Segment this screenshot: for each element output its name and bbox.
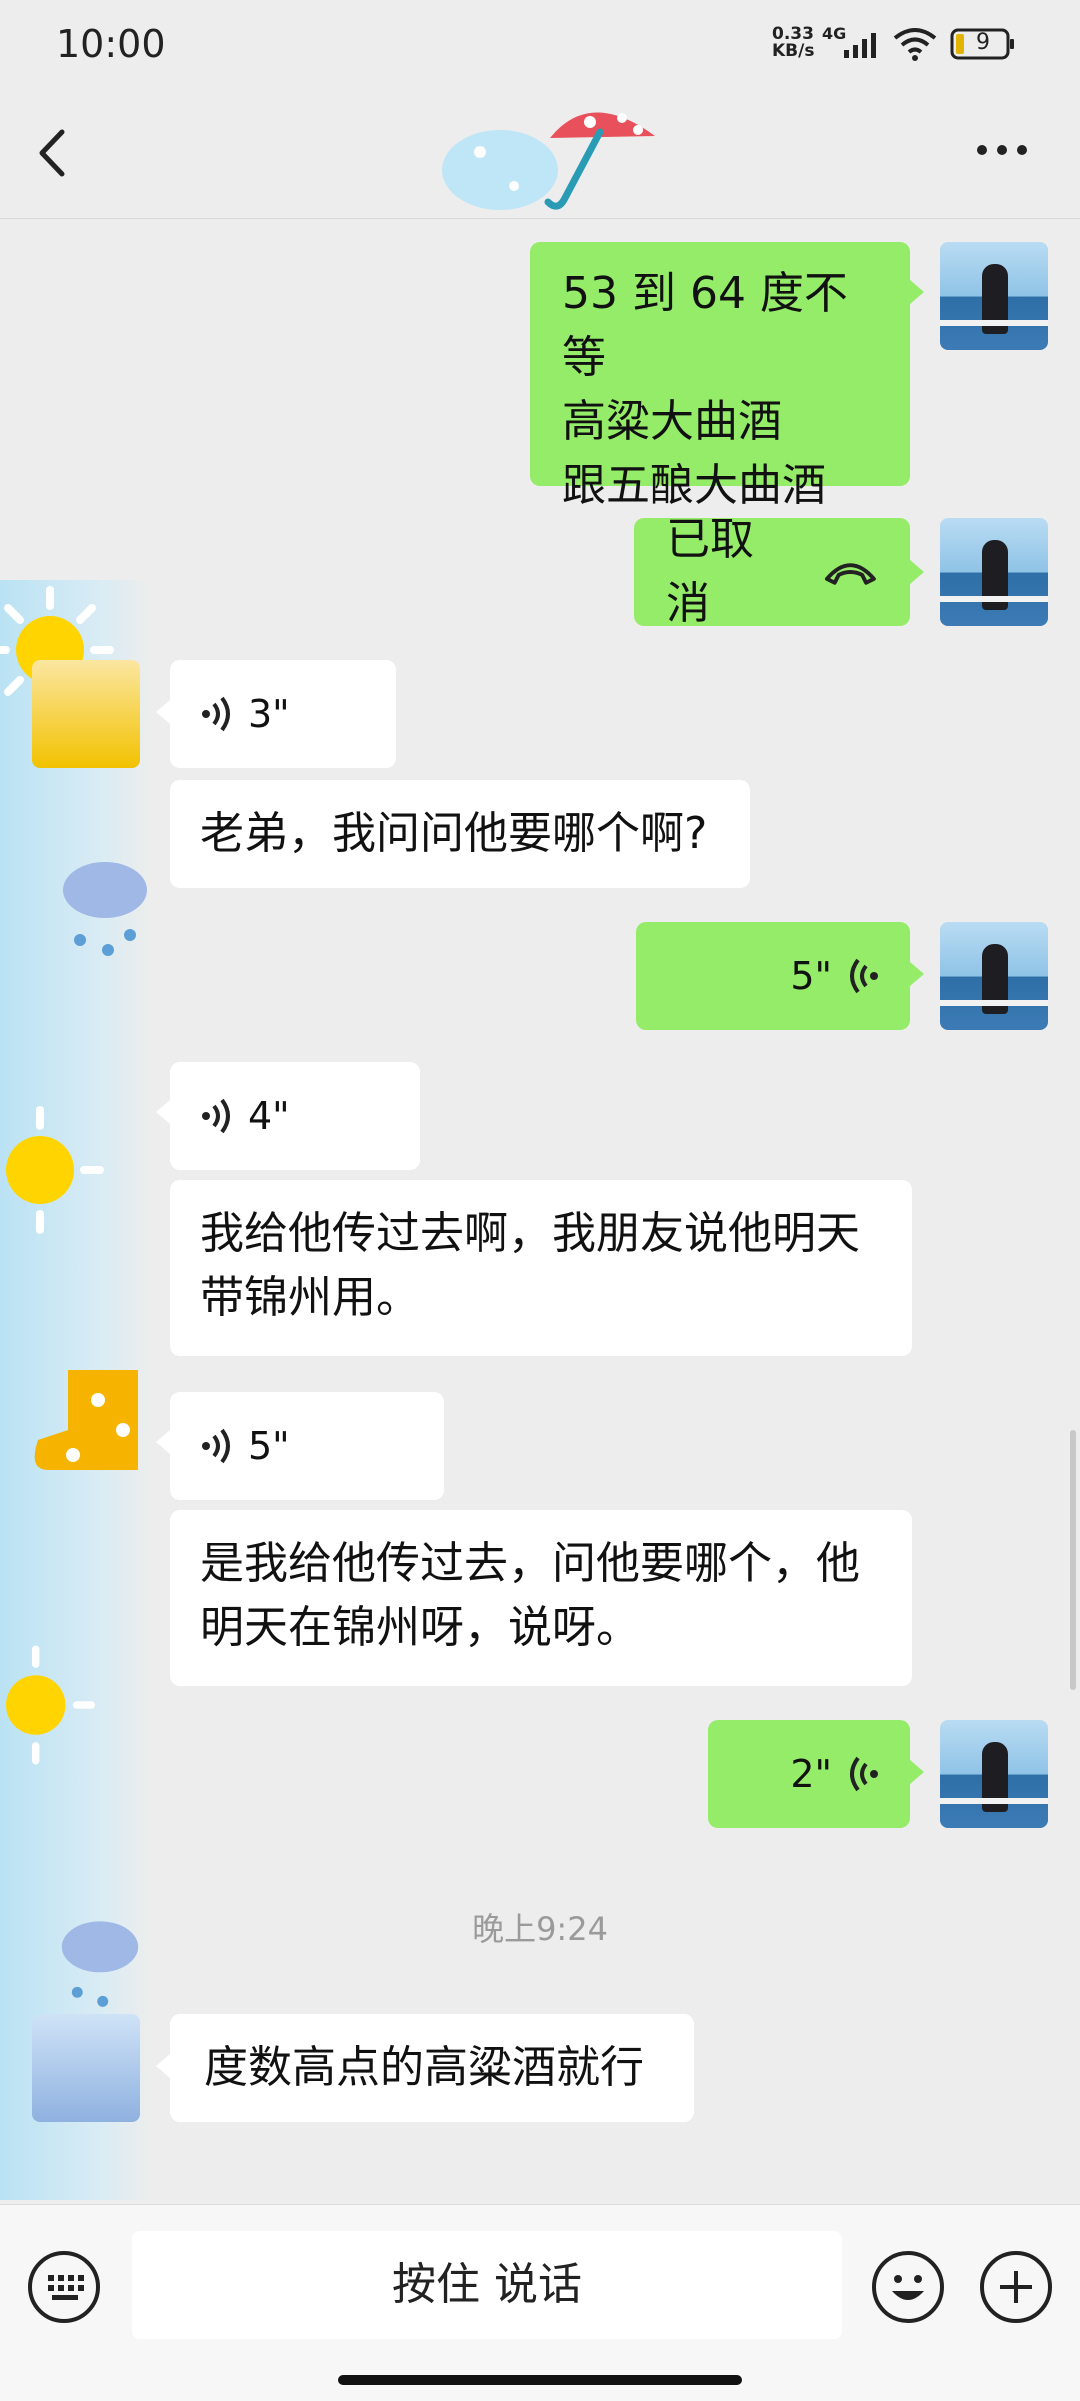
emoji-icon xyxy=(892,2275,924,2300)
voice-message-sent[interactable]: 2" xyxy=(708,1720,910,1828)
time-divider: 晚上9:24 xyxy=(472,1910,608,1948)
bubble-tail xyxy=(156,1100,170,1124)
voice-duration: 5" xyxy=(790,954,832,998)
message-bubble-sent[interactable]: 53 到 64 度不等 高粱大曲酒 跟五酿大曲酒 xyxy=(530,242,910,511)
my-avatar[interactable] xyxy=(940,518,1048,626)
message-text: 度数高点的高粱酒就行 xyxy=(204,2042,644,2093)
message-line: 我给他传过去啊，我朋友说他明天 xyxy=(200,1208,860,1259)
voice-wave-icon xyxy=(850,1756,878,1792)
chat-header xyxy=(0,90,1080,219)
voice-wave-icon xyxy=(202,1428,230,1464)
my-avatar[interactable] xyxy=(940,922,1048,1030)
hold-to-talk-button[interactable]: 按住 说话 xyxy=(132,2231,842,2339)
more-button[interactable] xyxy=(972,130,1032,170)
add-button[interactable] xyxy=(980,2251,1052,2323)
my-avatar[interactable] xyxy=(940,1720,1048,1828)
plus-circle-icon xyxy=(1000,2271,1032,2303)
emoji-button[interactable] xyxy=(872,2251,944,2323)
battery-level: 9 xyxy=(976,30,990,55)
bubble-tail xyxy=(910,1760,924,1784)
keyboard-icon xyxy=(48,2275,84,2300)
rain-cloud-sticker-icon xyxy=(63,862,147,956)
status-bar: 10:00 0.33 KB/s 4G 9 xyxy=(0,0,1080,90)
scrollbar[interactable] xyxy=(1070,1430,1076,1690)
bubble-tail xyxy=(910,280,924,304)
voice-wave-icon xyxy=(202,696,230,732)
voice-message-sent[interactable]: 5" xyxy=(636,922,910,1030)
signal-icon xyxy=(844,33,876,58)
weather-sticker-strip xyxy=(0,580,150,2200)
status-time: 10:00 xyxy=(56,22,166,66)
voice-duration: 2" xyxy=(790,1752,832,1796)
message-line: 是我给他传过去，问他要哪个，他 xyxy=(200,1538,860,1589)
network-speed: 0.33 KB/s xyxy=(772,24,815,61)
voice-duration: 3" xyxy=(248,692,290,736)
bubble-tail xyxy=(156,1430,170,1454)
bubble-tail xyxy=(156,2054,170,2078)
rain-boot-sticker-icon xyxy=(34,1370,138,1470)
keyboard-button[interactable] xyxy=(28,2251,100,2323)
message-bubble-received[interactable]: 是我给他传过去，问他要哪个，他 明天在锦州呀，说呀。 xyxy=(170,1510,912,1686)
message-bubble-received[interactable]: 老弟，我问问他要哪个啊? xyxy=(170,780,750,888)
voice-duration: 4" xyxy=(248,1094,290,1138)
phone-hangup-icon xyxy=(825,563,877,585)
message-bubble-received[interactable]: 我给他传过去啊，我朋友说他明天 带锦州用。 xyxy=(170,1180,912,1356)
message-bubble-received[interactable]: 度数高点的高粱酒就行 xyxy=(170,2014,694,2122)
message-line: 53 到 64 度不等 xyxy=(562,268,848,383)
message-line: 带锦州用。 xyxy=(200,1272,420,1323)
call-record-bubble[interactable]: 已取消 xyxy=(634,514,910,629)
voice-message-received[interactable]: 5" xyxy=(170,1392,444,1500)
message-line: 明天在锦州呀，说呀。 xyxy=(200,1602,640,1653)
home-indicator[interactable] xyxy=(338,2375,742,2385)
message-line: 高粱大曲酒 xyxy=(562,396,782,447)
input-bar: 按住 说话 xyxy=(0,2204,1080,2401)
umbrella-sticker-icon xyxy=(442,112,655,210)
contact-avatar[interactable] xyxy=(32,2014,140,2122)
bubble-tail xyxy=(910,560,924,584)
contact-avatar[interactable] xyxy=(32,660,140,768)
wifi-icon xyxy=(893,28,937,61)
message-text: 老弟，我问问他要哪个啊? xyxy=(200,808,708,859)
back-button[interactable] xyxy=(30,128,80,178)
bubble-tail xyxy=(156,700,170,724)
voice-wave-icon xyxy=(850,958,878,994)
voice-wave-icon xyxy=(202,1098,230,1134)
voice-duration: 5" xyxy=(248,1424,290,1468)
sun-sticker-icon xyxy=(6,1106,104,1234)
call-status-text: 已取消 xyxy=(666,514,754,629)
voice-message-received[interactable]: 4" xyxy=(170,1062,420,1170)
sun-sticker-icon xyxy=(6,1645,96,1765)
voice-message-received[interactable]: 3" xyxy=(170,660,396,768)
bubble-tail xyxy=(910,962,924,986)
my-avatar[interactable] xyxy=(940,242,1048,350)
